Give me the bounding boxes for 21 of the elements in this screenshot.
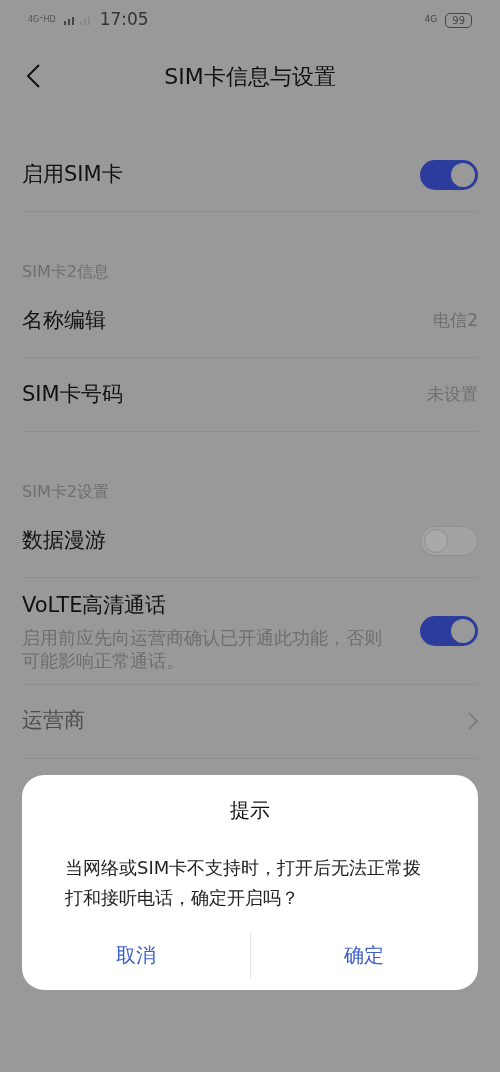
dialog-message: 当网络或SIM卡不支持时，打开后无法正常拨打和接听电话，确定开启吗？ (65, 856, 423, 910)
setting-label: 数据漫游 (22, 526, 106, 554)
toggle-switch[interactable] (420, 525, 478, 556)
setting-label: VoLTE高清通话 (22, 592, 168, 619)
page-title: SIM卡信息与设置 (164, 62, 336, 91)
setting-label: SIM卡号码 (22, 380, 123, 408)
chevron-right-icon (468, 712, 478, 730)
setting-label: 启用SIM卡 (22, 160, 123, 188)
clock-time: 17:05 (99, 8, 149, 32)
dialog-button[interactable]: 确定 (328, 932, 401, 978)
network-indicator: 4G⁺HD (28, 16, 56, 24)
toggle-switch[interactable] (420, 159, 478, 190)
dialog-title: 提示 (230, 797, 270, 824)
toggle-switch[interactable] (420, 615, 478, 646)
signal-icon (63, 15, 92, 25)
setting-label: 名称编辑 (22, 306, 106, 334)
dialog-button[interactable]: 取消 (99, 932, 172, 978)
data-indicator: 4G (424, 13, 438, 27)
battery-indicator: 99 (445, 12, 472, 28)
back-icon[interactable] (26, 64, 40, 88)
setting-label: 运营商 (22, 707, 85, 735)
